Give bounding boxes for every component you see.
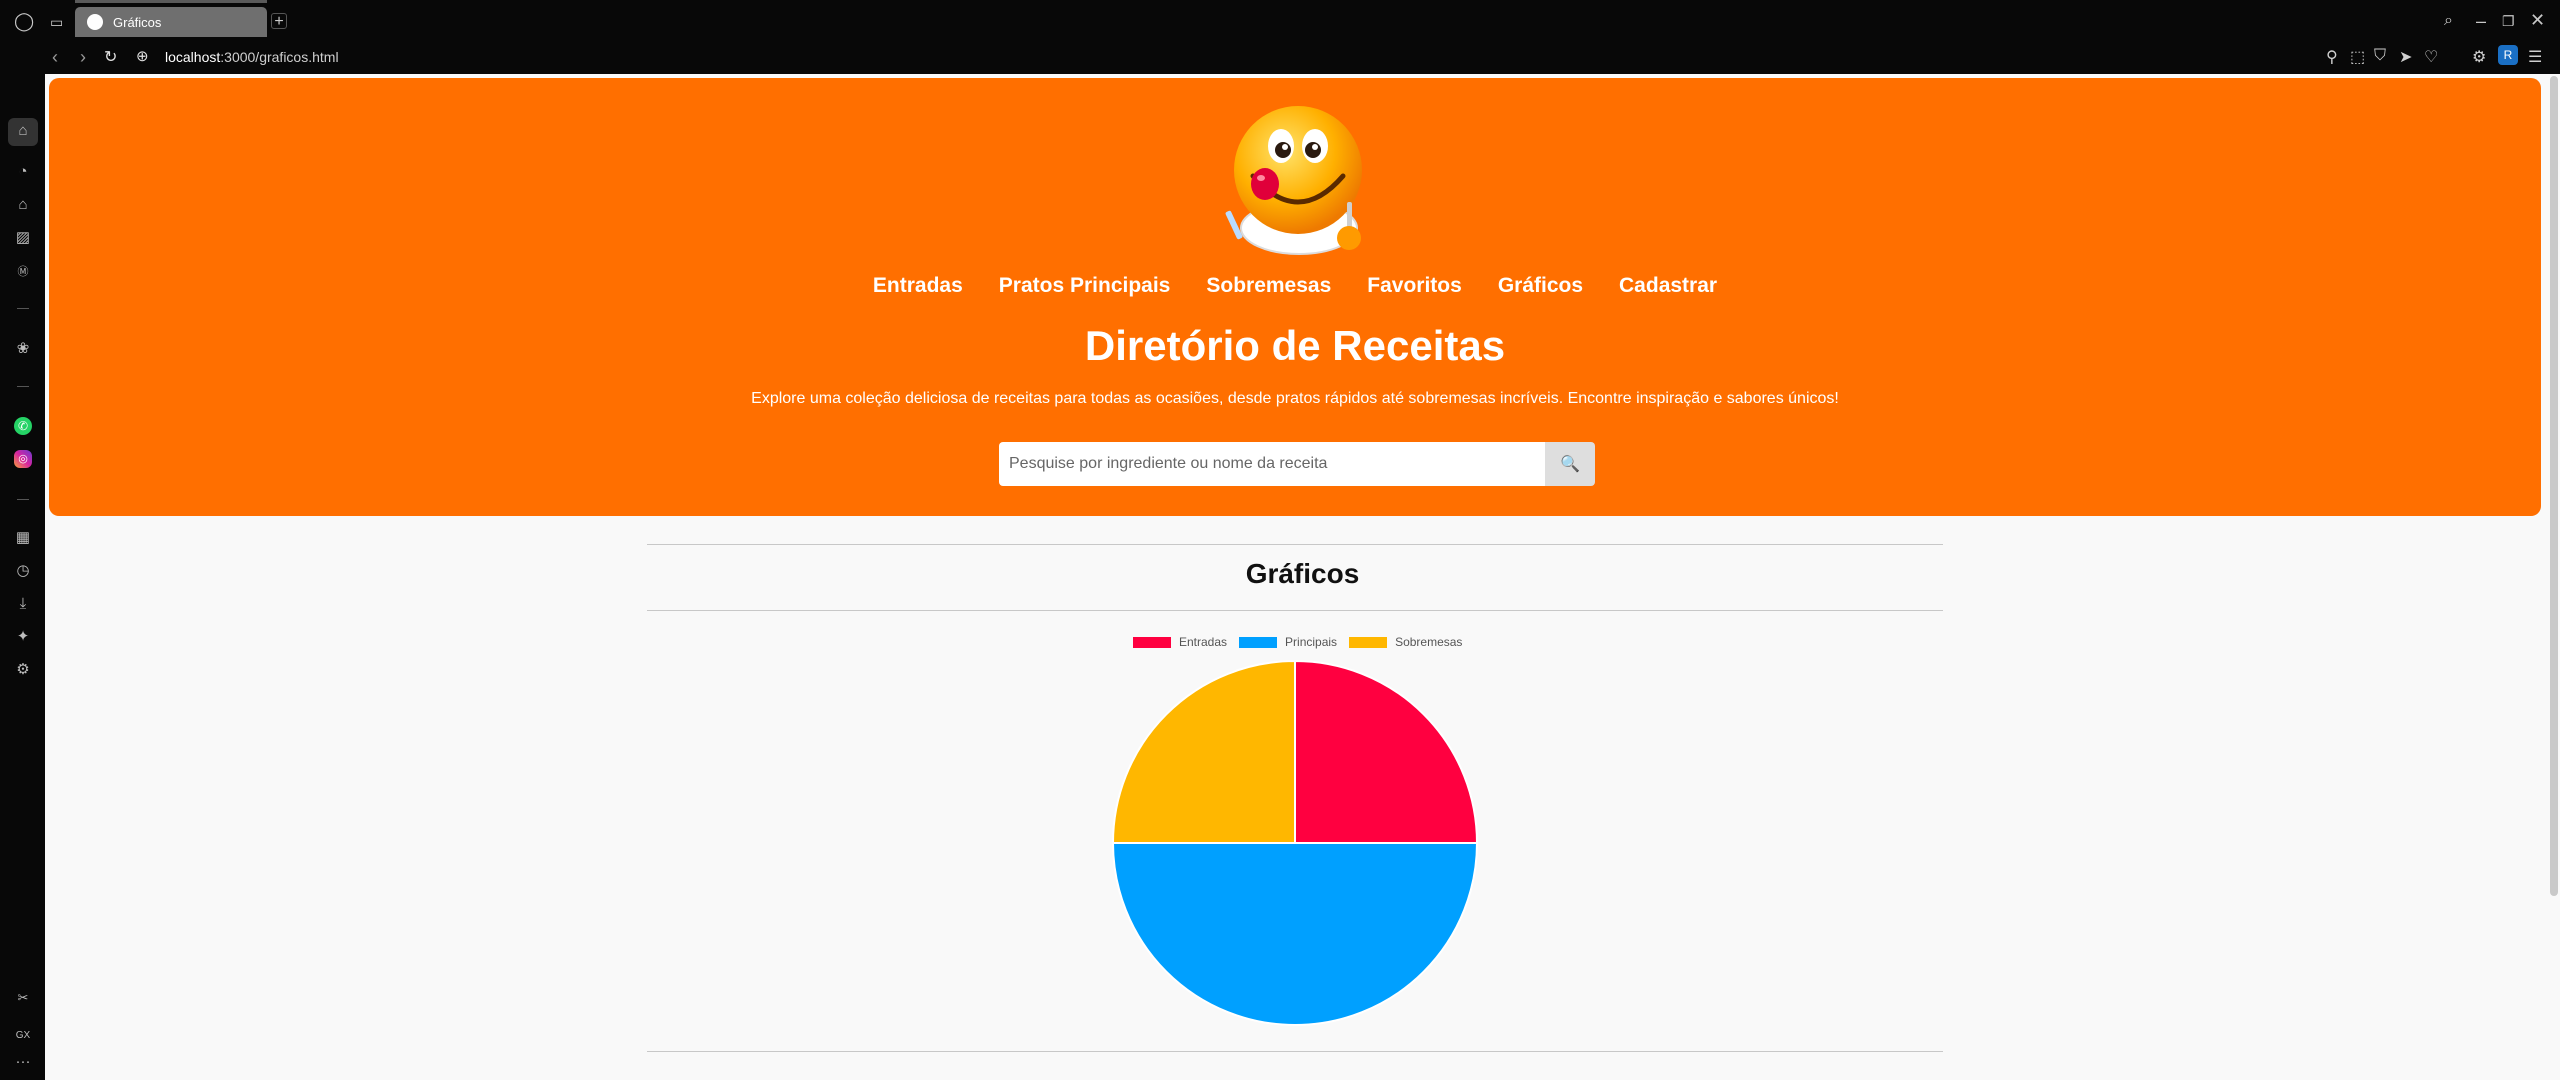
- history-icon[interactable]: ◷: [13, 561, 33, 581]
- sidebar-separator: [17, 308, 29, 309]
- pie-slice-principais[interactable]: [1111, 842, 1479, 1026]
- workspaces-icon[interactable]: ▦: [13, 528, 33, 548]
- tab-title: Gráficos: [113, 14, 162, 30]
- legend-item-entradas[interactable]: Entradas: [1133, 635, 1227, 649]
- url-path: :3000/graficos.html: [220, 49, 339, 65]
- chef-emoji-logo: [1225, 106, 1362, 255]
- extensions-icon[interactable]: ✦: [13, 627, 33, 647]
- divider: [647, 544, 1943, 545]
- forward-icon[interactable]: ›: [80, 47, 86, 68]
- divider: [647, 1051, 1943, 1052]
- section-title: Gráficos: [1245, 558, 1360, 589]
- nav-sobremesas[interactable]: Sobremesas: [1206, 274, 1331, 298]
- pie-chart: [1111, 659, 1479, 1026]
- legend-item-sobremesas[interactable]: Sobremesas: [1349, 635, 1462, 649]
- legend-label: Sobremesas: [1395, 635, 1463, 649]
- opera-logo-icon[interactable]: ◯: [14, 12, 34, 30]
- site-header: Entradas Pratos Principais Sobremesas Fa…: [49, 78, 2541, 516]
- search-input[interactable]: [999, 442, 1545, 486]
- legend-swatch: [1133, 636, 1171, 648]
- browser-titlebar: ◯ ▭ Gráficos + ⌕ – ❐ ✕: [0, 0, 2560, 44]
- nav-pratos-principais[interactable]: Pratos Principais: [999, 274, 1171, 298]
- minimize-icon[interactable]: –: [2476, 12, 2486, 30]
- sidebar-separator: [17, 499, 29, 500]
- speed-dial-icon[interactable]: ◔: [13, 162, 33, 182]
- extensions-icon[interactable]: ⚙: [2472, 47, 2486, 67]
- page-scrollbar[interactable]: [2550, 76, 2558, 896]
- nav-graficos[interactable]: Gráficos: [1498, 274, 1583, 298]
- url-text[interactable]: localhost:3000/graficos.html: [165, 49, 339, 65]
- vpn-shield-icon[interactable]: ⛉: [2374, 47, 2386, 65]
- legend-label: Principais: [1285, 635, 1338, 649]
- sidebar-separator: [17, 386, 29, 387]
- send-icon[interactable]: ➤: [2399, 47, 2412, 67]
- pie-slice-entradas[interactable]: [1294, 659, 1479, 844]
- main-nav: Entradas Pratos Principais Sobremesas Fa…: [49, 274, 2541, 298]
- address-bar: [45, 44, 2560, 74]
- legend-swatch: [1349, 636, 1388, 648]
- easy-setup-icon[interactable]: ⌂: [13, 195, 33, 215]
- tab-accent: [75, 0, 267, 3]
- player-icon[interactable]: ▨: [13, 228, 33, 248]
- nav-cadastrar[interactable]: Cadastrar: [1619, 274, 1717, 298]
- page-viewport: Entradas Pratos Principais Sobremesas Fa…: [45, 74, 2560, 1080]
- divider: [647, 610, 1943, 611]
- home-icon[interactable]: ⌂: [13, 121, 33, 141]
- new-tab-button[interactable]: +: [271, 13, 287, 30]
- legend-label: Entradas: [1179, 635, 1228, 649]
- close-icon[interactable]: ✕: [2530, 11, 2545, 29]
- back-icon[interactable]: ‹: [52, 47, 58, 68]
- gx-icon[interactable]: GX: [13, 1026, 33, 1046]
- pin-icon[interactable]: ⚲: [2326, 47, 2338, 67]
- m-icon[interactable]: Ⓜ: [13, 262, 33, 282]
- site-subtitle: Explore uma coleção deliciosa de receita…: [751, 390, 1839, 407]
- profile-avatar[interactable]: R: [2498, 45, 2518, 65]
- more-icon[interactable]: ···: [13, 1052, 33, 1072]
- nav-favoritos[interactable]: Favoritos: [1367, 274, 1462, 298]
- reload-icon[interactable]: ↻: [104, 47, 117, 67]
- instagram-icon[interactable]: ◎: [14, 450, 32, 468]
- url-host: localhost: [165, 49, 221, 65]
- tab-graficos[interactable]: Gráficos: [75, 7, 267, 37]
- tab-islands-icon[interactable]: ▭: [50, 13, 63, 31]
- site-title: Diretório de Receitas: [1084, 322, 1506, 369]
- settings-icon[interactable]: ⚙: [13, 660, 33, 680]
- heart-icon[interactable]: ♡: [2424, 47, 2438, 67]
- globe-icon: ⊕: [136, 48, 149, 65]
- search-icon[interactable]: ⌕: [2444, 12, 2453, 30]
- menu-icon[interactable]: ☰: [2528, 47, 2542, 67]
- pie-slice-sobremesas[interactable]: [1111, 659, 1296, 844]
- restore-icon[interactable]: ❐: [2502, 12, 2515, 30]
- browser-sidebar: ⌂ ◔ ⌂ ▨ Ⓜ ❀ ✆ ◎ ▦ ◷ ⤓ ✦ ⚙ ✂ GX ···: [0, 44, 45, 1080]
- chatgpt-icon[interactable]: ❀: [13, 339, 33, 359]
- legend-item-principais[interactable]: Principais: [1239, 635, 1337, 649]
- snapshot-icon[interactable]: ⬚: [2350, 47, 2365, 67]
- pinboard-icon[interactable]: ✂: [13, 988, 33, 1008]
- chart-legend: Entradas Principais Sobremesas: [1133, 635, 1462, 649]
- downloads-icon[interactable]: ⤓: [13, 594, 33, 614]
- globe-icon: [87, 14, 103, 30]
- whatsapp-icon[interactable]: ✆: [14, 417, 32, 435]
- legend-swatch: [1239, 636, 1278, 648]
- nav-entradas[interactable]: Entradas: [873, 274, 963, 298]
- search-bar: 🔍: [999, 442, 1595, 486]
- search-button[interactable]: 🔍: [1545, 442, 1595, 486]
